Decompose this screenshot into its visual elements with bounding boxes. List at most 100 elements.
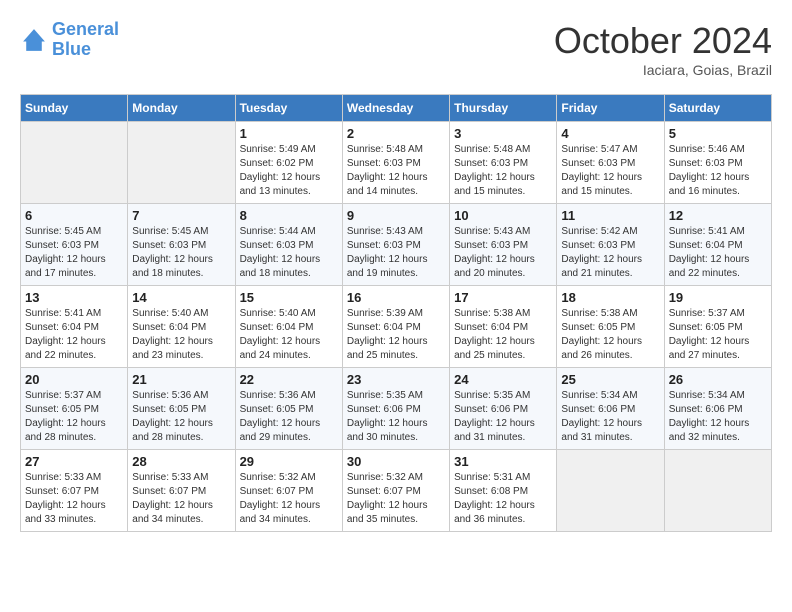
day-detail: Sunrise: 5:48 AMSunset: 6:03 PMDaylight:…: [454, 143, 552, 199]
calendar-cell: 4 Sunrise: 5:47 AMSunset: 6:03 PMDaylight…: [557, 122, 664, 204]
day-detail: Sunrise: 5:33 AMSunset: 6:07 PMDaylight:…: [132, 471, 230, 527]
day-detail: Sunrise: 5:40 AMSunset: 6:04 PMDaylight:…: [132, 307, 230, 363]
header-day: Friday: [557, 95, 664, 122]
calendar-cell: 22Sunrise: 5:36 AMSunset: 6:05 PMDayligh…: [235, 368, 342, 450]
day-number: 6: [25, 208, 123, 223]
calendar-cell: 8 Sunrise: 5:44 AMSunset: 6:03 PMDaylight…: [235, 204, 342, 286]
calendar-cell: 17 Sunrise: 5:38 AMSunset: 6:04 PMDayligh…: [450, 286, 557, 368]
day-number: 29: [240, 454, 338, 469]
day-number: 17: [454, 290, 552, 305]
calendar-cell: 7Sunrise: 5:45 AMSunset: 6:03 PMDaylight…: [128, 204, 235, 286]
calendar-cell: 11Sunrise: 5:42 AMSunset: 6:03 PMDayligh…: [557, 204, 664, 286]
day-detail: Sunrise: 5:48 AMSunset: 6:03 PMDaylight:…: [347, 143, 445, 199]
day-detail: Sunrise: 5:34 AMSunset: 6:06 PMDaylight:…: [669, 389, 767, 445]
day-detail: Sunrise: 5:45 AMSunset: 6:03 PMDaylight:…: [132, 225, 230, 281]
day-detail: Sunrise: 5:41 AMSunset: 6:04 PMDaylight:…: [25, 307, 123, 363]
day-number: 19: [669, 290, 767, 305]
calendar-cell: 3 Sunrise: 5:48 AMSunset: 6:03 PMDaylight…: [450, 122, 557, 204]
calendar-cell: 23 Sunrise: 5:35 AMSunset: 6:06 PMDayligh…: [342, 368, 449, 450]
location-subtitle: Iaciara, Goias, Brazil: [554, 62, 772, 78]
day-detail: Sunrise: 5:43 AMSunset: 6:03 PMDaylight:…: [347, 225, 445, 281]
day-number: 9: [347, 208, 445, 223]
day-number: 25: [561, 372, 659, 387]
day-detail: Sunrise: 5:35 AMSunset: 6:06 PMDaylight:…: [347, 389, 445, 445]
day-number: 5: [669, 126, 767, 141]
calendar-cell: 9 Sunrise: 5:43 AMSunset: 6:03 PMDaylight…: [342, 204, 449, 286]
day-detail: Sunrise: 5:40 AMSunset: 6:04 PMDaylight:…: [240, 307, 338, 363]
header-day: Thursday: [450, 95, 557, 122]
calendar-cell: 29 Sunrise: 5:32 AMSunset: 6:07 PMDayligh…: [235, 450, 342, 532]
calendar-cell: [21, 122, 128, 204]
day-number: 30: [347, 454, 445, 469]
calendar-cell: 18Sunrise: 5:38 AMSunset: 6:05 PMDayligh…: [557, 286, 664, 368]
day-number: 23: [347, 372, 445, 387]
logo-line2: Blue: [52, 40, 119, 60]
calendar-cell: 10 Sunrise: 5:43 AMSunset: 6:03 PMDayligh…: [450, 204, 557, 286]
month-title: October 2024: [554, 20, 772, 62]
calendar-week-row: 13Sunrise: 5:41 AMSunset: 6:04 PMDayligh…: [21, 286, 772, 368]
header-day: Wednesday: [342, 95, 449, 122]
logo-text: General Blue: [52, 20, 119, 60]
calendar-cell: 26 Sunrise: 5:34 AMSunset: 6:06 PMDayligh…: [664, 368, 771, 450]
calendar-cell: [664, 450, 771, 532]
day-number: 1: [240, 126, 338, 141]
day-number: 2: [347, 126, 445, 141]
day-number: 22: [240, 372, 338, 387]
day-number: 4: [561, 126, 659, 141]
calendar-cell: 14 Sunrise: 5:40 AMSunset: 6:04 PMDayligh…: [128, 286, 235, 368]
day-detail: Sunrise: 5:32 AMSunset: 6:07 PMDaylight:…: [347, 471, 445, 527]
calendar-table: SundayMondayTuesdayWednesdayThursdayFrid…: [20, 94, 772, 532]
day-detail: Sunrise: 5:33 AMSunset: 6:07 PMDaylight:…: [25, 471, 123, 527]
header-day: Monday: [128, 95, 235, 122]
day-detail: Sunrise: 5:31 AMSunset: 6:08 PMDaylight:…: [454, 471, 552, 527]
day-detail: Sunrise: 5:45 AMSunset: 6:03 PMDaylight:…: [25, 225, 123, 281]
calendar-cell: 30 Sunrise: 5:32 AMSunset: 6:07 PMDayligh…: [342, 450, 449, 532]
day-detail: Sunrise: 5:38 AMSunset: 6:04 PMDaylight:…: [454, 307, 552, 363]
calendar-week-row: 27 Sunrise: 5:33 AMSunset: 6:07 PMDayligh…: [21, 450, 772, 532]
day-number: 27: [25, 454, 123, 469]
day-number: 10: [454, 208, 552, 223]
calendar-cell: 2 Sunrise: 5:48 AMSunset: 6:03 PMDaylight…: [342, 122, 449, 204]
calendar-week-row: 1 Sunrise: 5:49 AMSunset: 6:02 PMDaylight…: [21, 122, 772, 204]
header-row: SundayMondayTuesdayWednesdayThursdayFrid…: [21, 95, 772, 122]
page-header: General Blue October 2024 Iaciara, Goias…: [20, 20, 772, 78]
calendar-cell: 12Sunrise: 5:41 AMSunset: 6:04 PMDayligh…: [664, 204, 771, 286]
header-day: Sunday: [21, 95, 128, 122]
day-detail: Sunrise: 5:39 AMSunset: 6:04 PMDaylight:…: [347, 307, 445, 363]
calendar-cell: 1 Sunrise: 5:49 AMSunset: 6:02 PMDaylight…: [235, 122, 342, 204]
day-number: 20: [25, 372, 123, 387]
day-detail: Sunrise: 5:47 AMSunset: 6:03 PMDaylight:…: [561, 143, 659, 199]
day-detail: Sunrise: 5:46 AMSunset: 6:03 PMDaylight:…: [669, 143, 767, 199]
day-number: 8: [240, 208, 338, 223]
header-day: Saturday: [664, 95, 771, 122]
day-number: 16: [347, 290, 445, 305]
day-detail: Sunrise: 5:44 AMSunset: 6:03 PMDaylight:…: [240, 225, 338, 281]
calendar-cell: 13Sunrise: 5:41 AMSunset: 6:04 PMDayligh…: [21, 286, 128, 368]
day-number: 15: [240, 290, 338, 305]
day-number: 14: [132, 290, 230, 305]
calendar-body: 1 Sunrise: 5:49 AMSunset: 6:02 PMDaylight…: [21, 122, 772, 532]
day-number: 3: [454, 126, 552, 141]
day-detail: Sunrise: 5:37 AMSunset: 6:05 PMDaylight:…: [25, 389, 123, 445]
calendar-cell: [128, 122, 235, 204]
day-detail: Sunrise: 5:41 AMSunset: 6:04 PMDaylight:…: [669, 225, 767, 281]
calendar-week-row: 6 Sunrise: 5:45 AMSunset: 6:03 PMDaylight…: [21, 204, 772, 286]
calendar-cell: 5 Sunrise: 5:46 AMSunset: 6:03 PMDaylight…: [664, 122, 771, 204]
calendar-cell: 28Sunrise: 5:33 AMSunset: 6:07 PMDayligh…: [128, 450, 235, 532]
day-number: 26: [669, 372, 767, 387]
day-detail: Sunrise: 5:32 AMSunset: 6:07 PMDaylight:…: [240, 471, 338, 527]
day-detail: Sunrise: 5:43 AMSunset: 6:03 PMDaylight:…: [454, 225, 552, 281]
calendar-cell: [557, 450, 664, 532]
day-number: 24: [454, 372, 552, 387]
calendar-cell: 24Sunrise: 5:35 AMSunset: 6:06 PMDayligh…: [450, 368, 557, 450]
day-number: 31: [454, 454, 552, 469]
day-detail: Sunrise: 5:37 AMSunset: 6:05 PMDaylight:…: [669, 307, 767, 363]
day-detail: Sunrise: 5:49 AMSunset: 6:02 PMDaylight:…: [240, 143, 338, 199]
calendar-cell: 27 Sunrise: 5:33 AMSunset: 6:07 PMDayligh…: [21, 450, 128, 532]
logo-line1: General: [52, 19, 119, 39]
calendar-cell: 20 Sunrise: 5:37 AMSunset: 6:05 PMDayligh…: [21, 368, 128, 450]
calendar-cell: 16 Sunrise: 5:39 AMSunset: 6:04 PMDayligh…: [342, 286, 449, 368]
day-detail: Sunrise: 5:42 AMSunset: 6:03 PMDaylight:…: [561, 225, 659, 281]
calendar-cell: 31 Sunrise: 5:31 AMSunset: 6:08 PMDayligh…: [450, 450, 557, 532]
title-block: October 2024 Iaciara, Goias, Brazil: [554, 20, 772, 78]
